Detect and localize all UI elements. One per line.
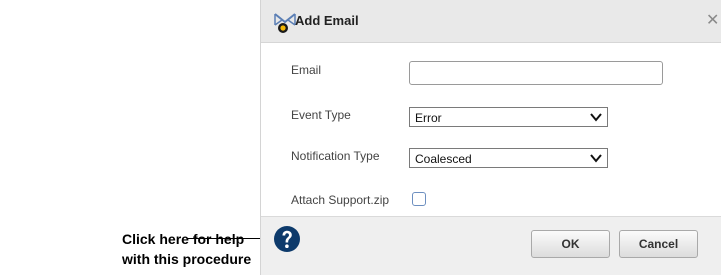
cancel-button[interactable]: Cancel	[619, 230, 698, 258]
dialog-title-bar: Add Email ✕	[261, 0, 721, 43]
notification-type-select[interactable]: Coalesced	[409, 148, 608, 168]
attach-support-label: Attach Support.zip	[291, 193, 390, 207]
close-icon[interactable]: ✕	[706, 10, 719, 30]
notification-type-label: Notification Type	[291, 149, 380, 163]
callout-line-1: Click here for help	[122, 231, 245, 247]
attach-support-checkbox[interactable]	[412, 192, 426, 206]
email-input[interactable]	[409, 61, 663, 85]
dialog-title: Add Email	[295, 13, 359, 28]
email-add-icon	[274, 13, 296, 33]
add-email-dialog: Add Email ✕ Email Event Type Error Notif…	[260, 0, 721, 275]
chevron-down-icon	[590, 154, 602, 163]
help-icon[interactable]	[273, 225, 301, 253]
dialog-footer: OK Cancel	[261, 216, 721, 275]
notification-type-value: Coalesced	[415, 152, 472, 166]
email-label: Email	[291, 63, 322, 77]
help-callout: Click here for help with this procedure	[122, 229, 251, 269]
event-type-value: Error	[415, 111, 442, 125]
event-type-select[interactable]: Error	[409, 107, 608, 127]
event-type-label: Event Type	[291, 108, 351, 122]
ok-button[interactable]: OK	[531, 230, 610, 258]
callout-line-2: with this procedure	[122, 251, 252, 267]
chevron-down-icon	[590, 113, 602, 122]
